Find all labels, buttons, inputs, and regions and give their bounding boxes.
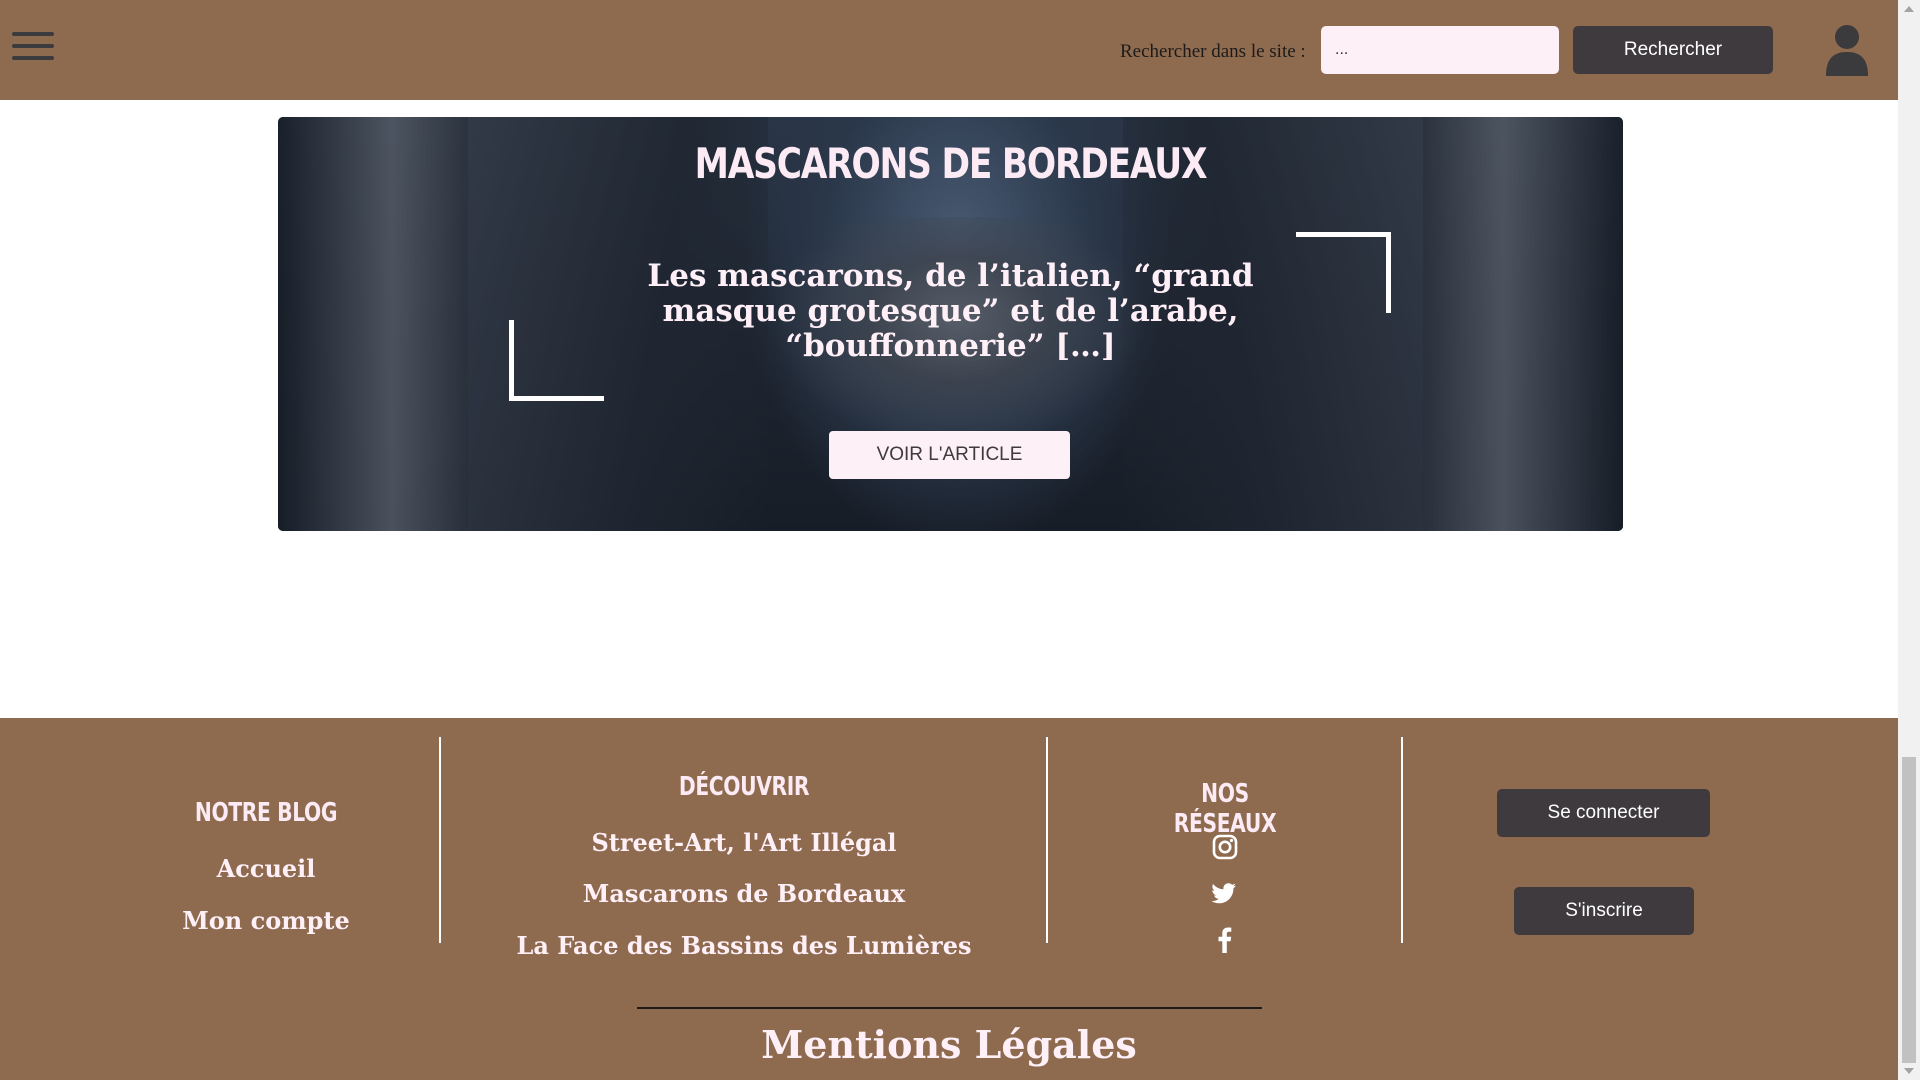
footer-link-mon-compte[interactable]: Mon compte xyxy=(166,906,366,935)
read-article-button[interactable]: Voir l'article xyxy=(829,431,1070,479)
register-button[interactable]: S'inscrire xyxy=(1514,887,1694,935)
footer-link-mascarons[interactable]: Mascarons de Bordeaux xyxy=(494,879,994,908)
top-header: Rechercher dans le site : Rechercher xyxy=(0,0,1898,100)
footer-horizontal-divider xyxy=(637,1007,1262,1009)
footer-divider xyxy=(1046,737,1048,943)
twitter-icon[interactable] xyxy=(1211,881,1237,907)
footer-discover-title: Découvrir xyxy=(678,772,810,802)
footer-divider xyxy=(439,737,441,943)
banner-title: Mascarons de Bordeaux xyxy=(694,139,1208,188)
search-label: Rechercher dans le site : xyxy=(1120,41,1306,62)
banner-excerpt: Les mascarons, de l’italien, “grand masq… xyxy=(647,258,1254,364)
scroll-down-arrow-icon[interactable] xyxy=(1904,1068,1914,1074)
login-button[interactable]: Se connecter xyxy=(1497,789,1710,837)
footer-social-title: Nos réseaux xyxy=(1173,779,1277,839)
hamburger-menu-icon[interactable] xyxy=(12,30,56,62)
footer-divider xyxy=(1401,737,1403,943)
page: Rechercher dans le site : Rechercher Mas… xyxy=(0,0,1898,1080)
scroll-up-arrow-icon[interactable] xyxy=(1904,6,1914,12)
footer-blog-title: Notre blog xyxy=(194,798,338,828)
search-button[interactable]: Rechercher xyxy=(1573,26,1773,74)
legal-notice-link[interactable]: Mentions Légales xyxy=(0,1022,1898,1067)
site-footer: Notre blog Accueil Mon compte Découvrir … xyxy=(0,718,1898,1080)
user-account-icon[interactable] xyxy=(1824,24,1870,76)
footer-link-accueil[interactable]: Accueil xyxy=(166,854,366,883)
search-input[interactable] xyxy=(1321,26,1559,74)
footer-link-street-art[interactable]: Street-Art, l'Art Illégal xyxy=(494,828,994,857)
facebook-icon[interactable] xyxy=(1212,927,1238,953)
instagram-icon[interactable] xyxy=(1212,834,1238,860)
vertical-scrollbar[interactable] xyxy=(1898,0,1920,1080)
footer-link-bassins-lumieres[interactable]: La Face des Bassins des Lumières xyxy=(494,931,994,960)
article-banner: Mascarons de Bordeaux Les mascarons, de … xyxy=(278,117,1623,531)
scrollbar-thumb[interactable] xyxy=(1902,757,1916,1063)
